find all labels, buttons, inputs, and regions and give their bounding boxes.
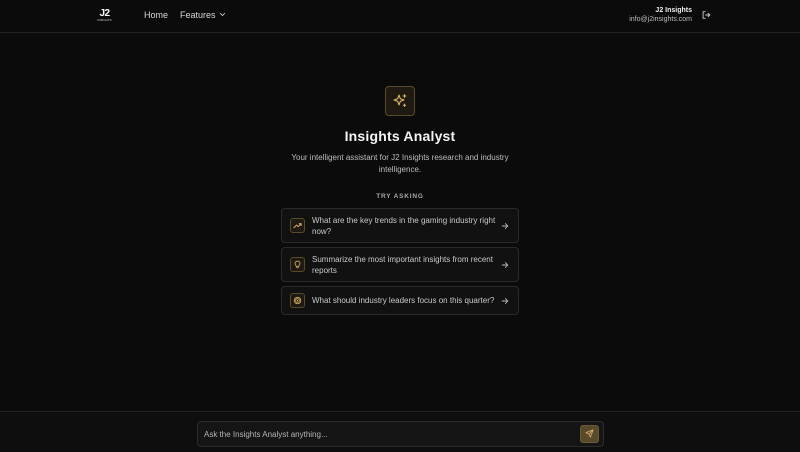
- suggestion-card[interactable]: Summarize the most important insights fr…: [281, 247, 519, 282]
- nav-features-dropdown[interactable]: Features: [180, 10, 226, 20]
- send-icon: [585, 425, 594, 443]
- arrow-right-icon: [501, 222, 509, 230]
- suggestion-text: What should industry leaders focus on th…: [312, 296, 495, 305]
- trending-up-icon: [290, 218, 305, 233]
- logout-icon: [701, 10, 711, 20]
- arrow-right-icon: [501, 297, 509, 305]
- account-email: info@j2insights.com: [629, 16, 692, 23]
- arrow-right-icon: [501, 261, 509, 269]
- send-button[interactable]: [580, 425, 599, 443]
- sparkles-icon: [385, 86, 415, 116]
- account-name: J2 Insights: [655, 7, 692, 14]
- lightbulb-icon: [290, 257, 305, 272]
- target-icon: [290, 293, 305, 308]
- account-info: J2 Insights info@j2insights.com: [629, 6, 692, 24]
- try-asking-label: TRY ASKING: [376, 193, 424, 200]
- chat-input-container: [197, 421, 604, 447]
- j2-logo[interactable]: J2 INSIGHTS: [97, 8, 112, 23]
- page-title: Insights Analyst: [344, 128, 456, 144]
- logo-mark: J2: [99, 8, 110, 19]
- suggestion-card[interactable]: What are the key trends in the gaming in…: [281, 208, 519, 243]
- page-subtitle: Your intelligent assistant for J2 Insigh…: [291, 153, 509, 174]
- chat-input[interactable]: [204, 425, 574, 443]
- nav-features-label: Features: [180, 10, 216, 20]
- suggestion-text: What are the key trends in the gaming in…: [312, 215, 496, 236]
- logo-subtext: INSIGHTS: [97, 18, 112, 22]
- chevron-down-icon: [219, 10, 226, 20]
- suggestion-card[interactable]: What should industry leaders focus on th…: [281, 286, 519, 315]
- suggestion-text: Summarize the most important insights fr…: [312, 254, 493, 275]
- nav-home-link[interactable]: Home: [144, 10, 168, 20]
- logout-button[interactable]: [701, 10, 711, 20]
